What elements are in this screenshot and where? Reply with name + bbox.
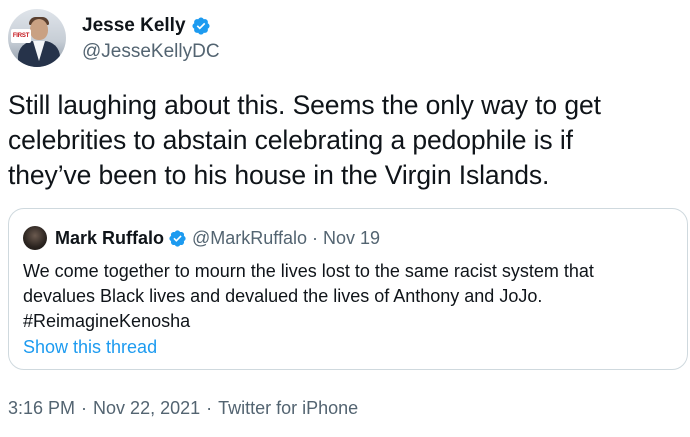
show-thread-link[interactable]: Show this thread bbox=[23, 337, 157, 358]
display-name-row: Jesse Kelly bbox=[82, 14, 220, 38]
quoted-tweet[interactable]: Mark Ruffalo @MarkRuffalo · Nov 19 We co… bbox=[8, 208, 688, 370]
quoted-author-display-name: Mark Ruffalo bbox=[55, 227, 165, 248]
quoted-tweet-text: We come together to mourn the lives lost… bbox=[23, 259, 673, 334]
verified-badge-icon bbox=[169, 229, 186, 247]
quoted-text-line: #ReimagineKenosha bbox=[23, 311, 191, 331]
quoted-author-handle: @MarkRuffalo bbox=[192, 227, 307, 248]
quoted-tweet-date: Nov 19 bbox=[323, 227, 381, 248]
quoted-text-line: devalues Black lives and devalued the li… bbox=[23, 286, 543, 306]
author-names: Jesse Kelly @JesseKellyDC bbox=[82, 14, 220, 63]
tweet-text-line: celebrities to abstain celebrating a ped… bbox=[8, 125, 573, 155]
tweet-card: FIRST Jesse Kelly @JesseKellyDC Still la… bbox=[0, 0, 690, 437]
tweet-text: Still laughing about this. Seems the onl… bbox=[8, 88, 688, 193]
meta-separator: · bbox=[206, 398, 213, 418]
author-row: FIRST Jesse Kelly @JesseKellyDC bbox=[8, 8, 220, 68]
avatar-badge: FIRST bbox=[11, 29, 31, 43]
tweet-source[interactable]: Twitter for iPhone bbox=[218, 398, 358, 419]
author-avatar[interactable]: FIRST bbox=[8, 9, 66, 67]
tweet-text-line: Still laughing about this. Seems the onl… bbox=[8, 90, 601, 120]
author-display-name[interactable]: Jesse Kelly bbox=[82, 15, 186, 37]
tweet-date[interactable]: Nov 22, 2021 bbox=[93, 398, 200, 419]
quoted-text-line: We come together to mourn the lives lost… bbox=[23, 261, 594, 281]
verified-badge-icon bbox=[191, 16, 210, 35]
quoted-date-separator: · bbox=[312, 227, 318, 248]
quoted-tweet-header: Mark Ruffalo @MarkRuffalo · Nov 19 bbox=[23, 226, 380, 250]
quoted-author-avatar bbox=[23, 226, 47, 250]
tweet-time[interactable]: 3:16 PM bbox=[8, 398, 75, 419]
author-handle[interactable]: @JesseKellyDC bbox=[82, 41, 220, 63]
avatar-face bbox=[30, 19, 48, 40]
tweet-text-line: they’ve been to his house in the Virgin … bbox=[8, 160, 550, 190]
tweet-metadata: 3:16 PM · Nov 22, 2021 · Twitter for iPh… bbox=[8, 398, 358, 419]
meta-separator: · bbox=[81, 398, 88, 418]
